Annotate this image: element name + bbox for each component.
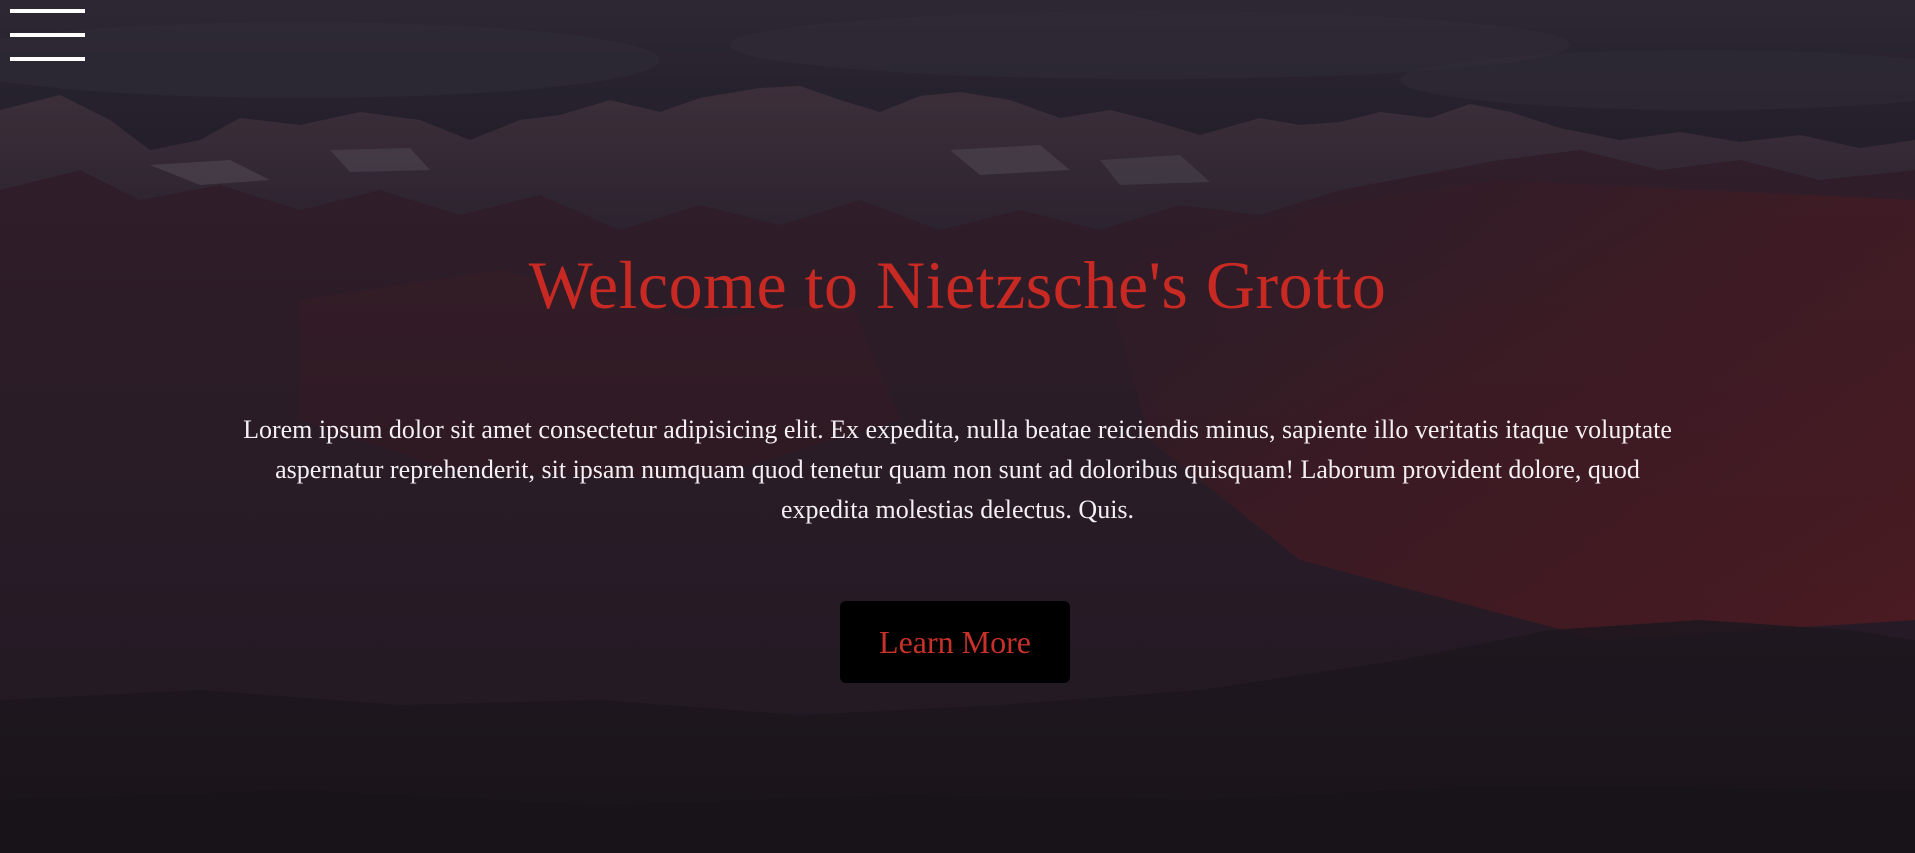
hero-section: Welcome to Nietzsche's Grotto Lorem ipsu… <box>0 0 1915 853</box>
page-title: Welcome to Nietzsche's Grotto <box>528 247 1387 323</box>
learn-more-button[interactable]: Learn More <box>840 601 1070 683</box>
hamburger-menu-icon-bar <box>10 33 85 37</box>
hamburger-menu-icon <box>10 9 85 13</box>
hamburger-menu-icon-bar <box>10 57 85 61</box>
hero-description: Lorem ipsum dolor sit amet consectetur a… <box>243 415 1672 524</box>
hamburger-menu-button[interactable] <box>10 9 85 63</box>
